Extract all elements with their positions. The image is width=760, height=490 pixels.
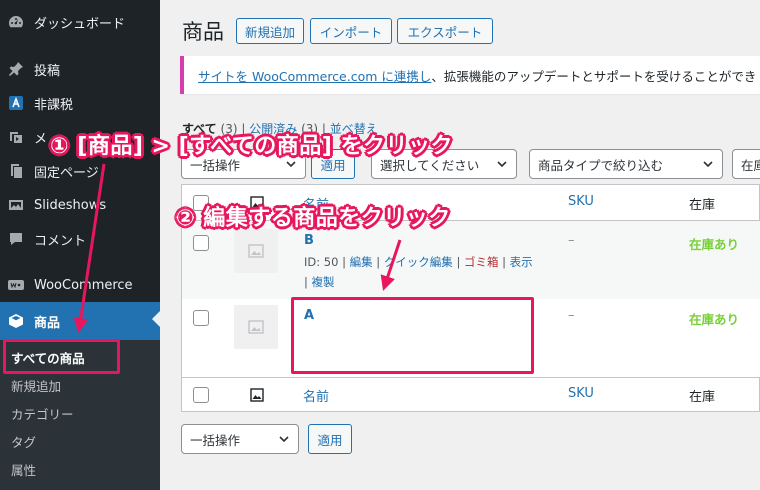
comment-icon: [8, 231, 24, 247]
product-id: ID: 50: [304, 255, 339, 269]
export-button[interactable]: エクスポート: [397, 18, 493, 44]
annotation-step-2: ② 編集する商品をクリック: [176, 206, 451, 231]
import-button[interactable]: インポート: [310, 18, 392, 44]
submenu-tags[interactable]: タグ: [0, 427, 160, 455]
image-column-icon: [250, 388, 264, 402]
connect-notice: サイトを WooCommerce.com に連携し 、拡張機能のアップデートとサ…: [180, 56, 760, 94]
menu-label: 商品: [34, 315, 61, 331]
page-title: 商品: [182, 20, 224, 44]
menu-item-dashboard[interactable]: ダッシュボード: [0, 5, 160, 39]
dashboard-icon: [8, 14, 24, 30]
menu-label: 投稿: [34, 63, 61, 79]
product-type-value: 商品タイプで絞り込む: [538, 157, 664, 173]
products-icon: [8, 313, 24, 329]
highlight-all-products: [3, 339, 120, 374]
chevron-down-icon: [497, 161, 507, 168]
stock-filter-value: 在庫: [741, 157, 760, 173]
chevron-down-icon: [279, 436, 289, 443]
menu-item-woocommerce[interactable]: WooCommerce: [0, 268, 160, 302]
bulk-action-select-bottom[interactable]: 一括操作: [181, 424, 299, 454]
product-thumbnail[interactable]: [234, 305, 278, 349]
table-row: B ID: 50 | 編集 | クイック編集 | ゴミ箱 | 表示 | 複製 –…: [182, 221, 760, 299]
chevron-down-icon: [703, 161, 713, 168]
menu-label: 非課税: [34, 97, 74, 113]
media-icon: [8, 129, 24, 145]
menu-label: 固定ページ: [34, 165, 99, 181]
annotation-step-1: ① [商品] > [すべての商品] をクリック: [50, 134, 453, 159]
row-checkbox[interactable]: [193, 310, 209, 326]
plugin-a-icon: [8, 95, 24, 111]
row-actions-line2: | 複製: [304, 275, 335, 289]
menu-item-posts[interactable]: 投稿: [0, 52, 160, 86]
connect-link[interactable]: サイトを WooCommerce.com に連携し: [198, 66, 431, 85]
image-placeholder-icon: [248, 320, 264, 334]
add-new-button[interactable]: 新規追加: [236, 18, 304, 44]
trash-link[interactable]: ゴミ箱: [464, 255, 499, 269]
slideshow-icon: [8, 197, 24, 213]
product-type-select[interactable]: 商品タイプで絞り込む: [529, 149, 723, 179]
column-stock: 在庫: [689, 198, 716, 213]
row-checkbox[interactable]: [193, 235, 209, 251]
duplicate-link[interactable]: 複製: [312, 275, 335, 289]
column-stock-footer: 在庫: [689, 390, 716, 405]
menu-label: コメント: [34, 233, 87, 249]
pin-icon: [8, 61, 24, 77]
sku-value: –: [568, 233, 575, 248]
column-sku[interactable]: SKU: [568, 194, 594, 209]
menu-item-tax[interactable]: 非課税: [0, 86, 160, 120]
submenu-attributes[interactable]: 属性: [0, 455, 160, 483]
menu-label: Slideshows: [34, 197, 107, 213]
menu-item-slideshows[interactable]: Slideshows: [0, 188, 160, 222]
quick-edit-link[interactable]: クイック編集: [384, 255, 453, 269]
menu-label: メ: [34, 131, 48, 147]
row-actions: ID: 50 | 編集 | クイック編集 | ゴミ箱 | 表示: [304, 255, 533, 269]
menu-item-comments[interactable]: コメント: [0, 222, 160, 256]
stock-filter-select[interactable]: 在庫: [732, 149, 760, 179]
menu-label: ダッシュボード: [34, 16, 126, 32]
product-thumbnail[interactable]: [234, 229, 278, 273]
woocommerce-icon: [8, 277, 24, 293]
main-content: 商品 新規追加 インポート エクスポート サイトを WooCommerce.co…: [160, 0, 760, 490]
submenu-add-new[interactable]: 新規追加: [0, 371, 160, 399]
column-sku-footer[interactable]: SKU: [568, 386, 594, 401]
select-all-checkbox-footer[interactable]: [193, 387, 209, 403]
stock-status: 在庫あり: [689, 312, 740, 327]
notice-text: 、拡張機能のアップデートとサポートを受けることができ: [431, 68, 757, 84]
edit-link[interactable]: 編集: [350, 255, 373, 269]
submenu-categories[interactable]: カテゴリー: [0, 399, 160, 427]
highlight-product-a: [291, 297, 534, 374]
image-placeholder-icon: [248, 244, 264, 258]
menu-label: WooCommerce: [34, 277, 133, 293]
bulk-action-value-bottom: 一括操作: [190, 432, 241, 448]
admin-sidebar: ダッシュボード 投稿 非課税 メ 固定ページ Slideshows コメント W…: [0, 0, 160, 490]
menu-item-products[interactable]: 商品: [0, 302, 160, 340]
sku-value: –: [568, 308, 575, 323]
product-name-link[interactable]: B: [304, 233, 314, 248]
stock-status: 在庫あり: [689, 237, 740, 252]
page-icon: [8, 163, 24, 179]
table-footer: 名前 SKU 在庫: [182, 377, 760, 413]
apply-button-bottom[interactable]: 適用: [308, 424, 352, 454]
view-link[interactable]: 表示: [510, 255, 533, 269]
column-name-footer[interactable]: 名前: [303, 386, 329, 405]
